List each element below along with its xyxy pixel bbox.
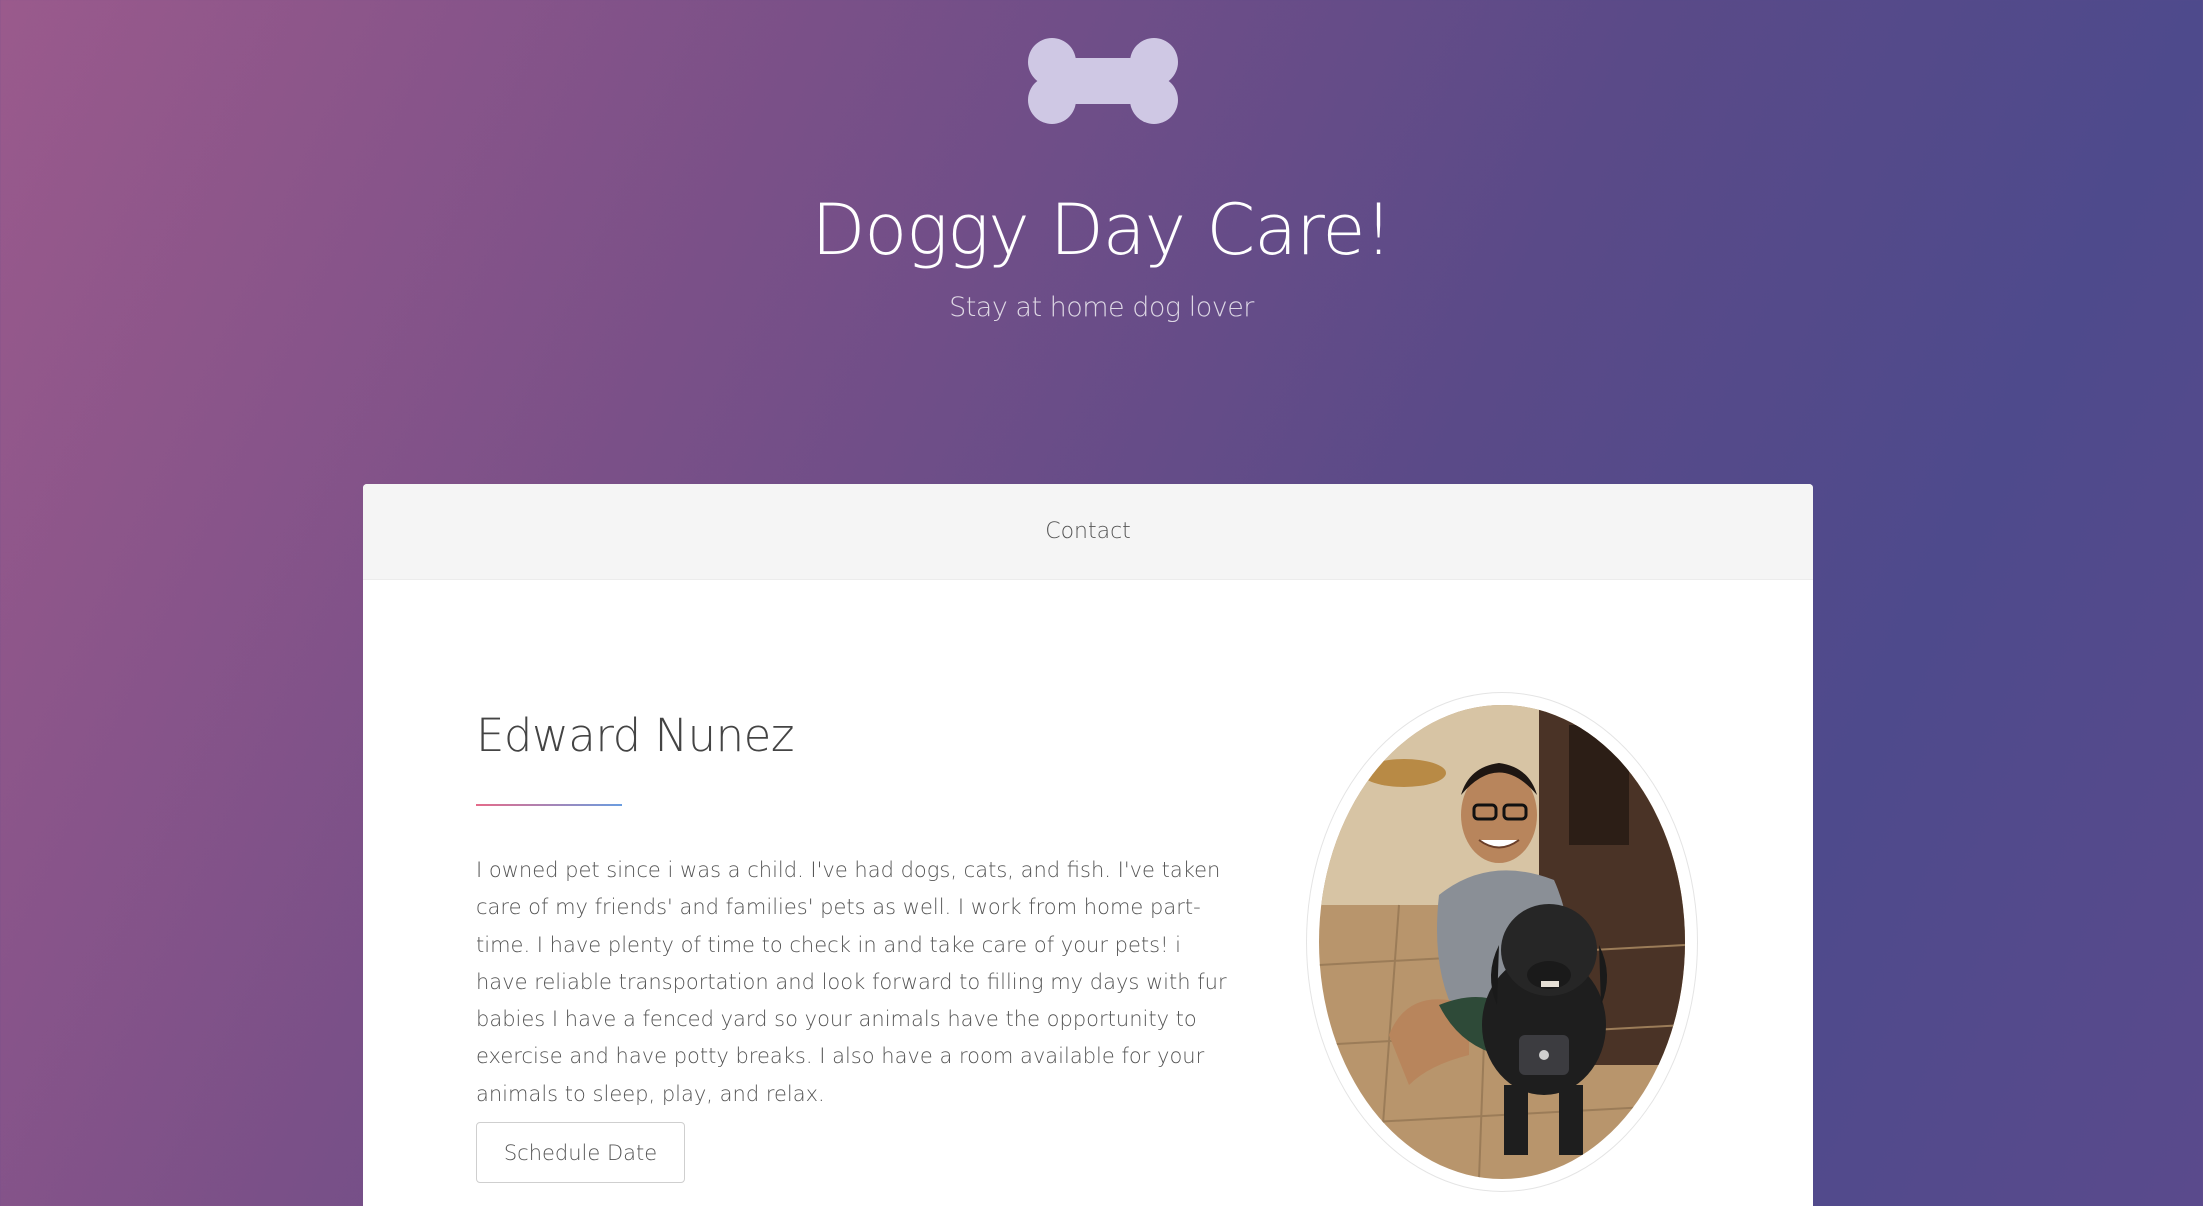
accent-divider — [476, 804, 622, 806]
dog-bone-icon — [1024, 36, 1182, 126]
profile-photo — [1319, 705, 1685, 1179]
profile-name: Edward Nunez — [476, 709, 794, 762]
nav-bar: Contact — [363, 484, 1813, 580]
profile-bio: I owned pet since i was a child. I've ha… — [476, 858, 1227, 1106]
profile-card: Contact Edward Nunez I owned pet since i… — [363, 484, 1813, 1206]
schedule-date-button[interactable]: Schedule Date — [476, 1122, 685, 1183]
profile-photo-frame — [1306, 692, 1698, 1192]
site-title: Doggy Day Care! — [811, 189, 1392, 271]
site-subtitle: Stay at home dog lover — [949, 292, 1254, 323]
nav-contact-link[interactable]: Contact — [1045, 519, 1131, 544]
